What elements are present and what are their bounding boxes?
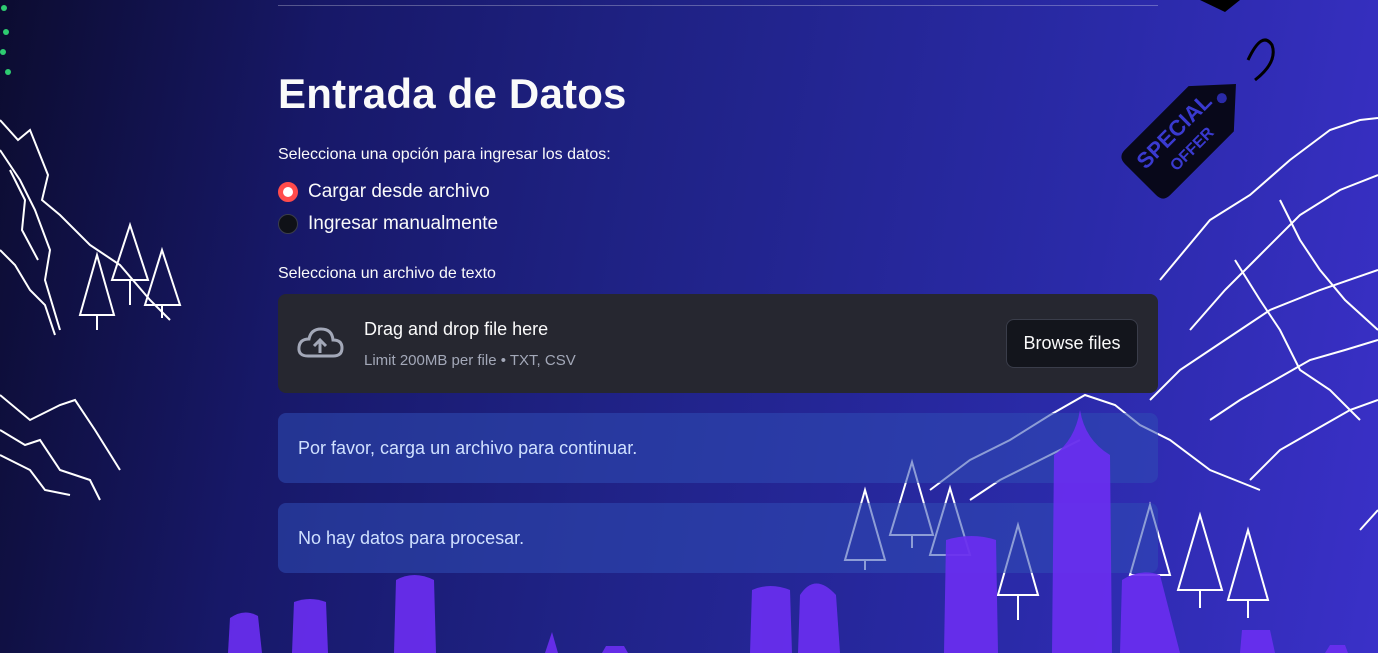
info-alert-load-file: Por favor, carga un archivo para continu… bbox=[278, 413, 1158, 483]
radio-group-label: Selecciona una opción para ingresar los … bbox=[278, 146, 611, 163]
file-dropzone[interactable]: Drag and drop file here Limit 200MB per … bbox=[278, 294, 1158, 393]
file-uploader-label: Selecciona un archivo de texto bbox=[278, 265, 496, 282]
cloud-upload-icon bbox=[297, 327, 344, 358]
radio-option-cargar-archivo[interactable]: Cargar desde archivo bbox=[278, 181, 490, 203]
special-offer-tag: SPECIAL OFFER bbox=[1121, 0, 1275, 199]
page-title: Entrada de Datos bbox=[278, 70, 627, 117]
browse-files-button[interactable]: Browse files bbox=[1006, 319, 1138, 368]
radio-selected-icon[interactable] bbox=[278, 182, 298, 202]
dropzone-limit-text: Limit 200MB per file • TXT, CSV bbox=[364, 352, 576, 369]
info-alert-no-data: No hay datos para procesar. bbox=[278, 503, 1158, 573]
dropzone-instructions: Drag and drop file here bbox=[364, 319, 549, 339]
radio-option-ingresar-manual[interactable]: Ingresar manualmente bbox=[278, 213, 498, 235]
leaf-decoration bbox=[0, 5, 11, 75]
radio-option-label: Cargar desde archivo bbox=[308, 181, 490, 202]
top-divider bbox=[278, 5, 1158, 6]
radio-unselected-icon[interactable] bbox=[278, 214, 298, 234]
radio-option-label: Ingresar manualmente bbox=[308, 213, 499, 234]
left-mountains bbox=[0, 119, 171, 501]
